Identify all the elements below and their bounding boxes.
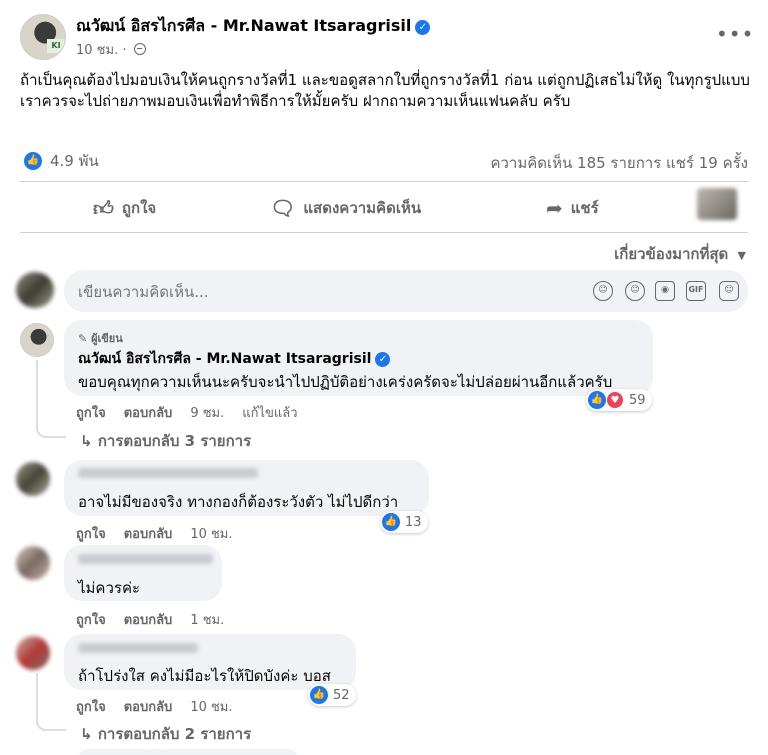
comment-bubble-icon: 🗨︎ (270, 196, 296, 220)
comment-timestamp[interactable]: 1 ชม. (190, 609, 224, 630)
comment-like-link[interactable]: ถูกใจ (76, 696, 106, 717)
current-user-avatar (16, 272, 54, 308)
caret-down-icon: ▼ (737, 249, 746, 262)
share-button[interactable]: ➦ แชร์ (546, 194, 599, 222)
comment-reactions[interactable]: 👍 13 (380, 511, 428, 533)
like-reaction-icon: 👍 (588, 391, 606, 409)
comment-reply-link[interactable]: ตอบกลับ (124, 609, 173, 630)
comment-reply-link[interactable]: ตอบกลับ (124, 696, 173, 717)
comment-avatar[interactable] (16, 462, 50, 496)
comment-timestamp[interactable]: 10 ชม. (190, 523, 232, 544)
view-replies-link[interactable]: ↳ การตอบกลับ 2 รายการ (80, 722, 251, 746)
comment-bubble-partial (78, 749, 298, 755)
comment-avatar[interactable] (16, 546, 50, 580)
thread-connector (36, 360, 66, 438)
divider (20, 181, 748, 182)
comment-input[interactable] (78, 283, 558, 301)
author-badge: ✎ ผู้เขียน (78, 329, 123, 347)
globe-icon (133, 43, 146, 55)
comment-text: ไม่ควรค่ะ (78, 579, 141, 597)
post-author-name-text[interactable]: ณวัฒน์ อิสรไกรศีล - Mr.Nawat Itsaragrisi… (76, 16, 411, 35)
post-stats: ความคิดเห็น 185 รายการ แชร์ 19 ครั้ง (490, 151, 748, 175)
comment-timestamp[interactable]: 9 ชม. (190, 402, 224, 423)
emoji-icon[interactable]: ☺ (625, 281, 645, 301)
comment-text: อาจไม่มีของจริง ทางกองก็ต้องระวังตัว ไม่… (78, 493, 399, 511)
meta-separator: · (122, 43, 127, 58)
share-as-avatar[interactable] (697, 188, 737, 220)
post-body-text: ถ้าเป็นคุณต้องไปมอบเงินให้คนถูกรางวัลที่… (20, 71, 750, 110)
gif-icon[interactable]: GIF (686, 281, 706, 301)
sticker-icon[interactable]: ☺ (719, 281, 739, 301)
reply-arrow-icon: ↳ (80, 432, 93, 450)
comment-button[interactable]: 🗨︎ แสดงความคิดเห็น (270, 194, 421, 222)
post-reaction-summary[interactable]: 👍 4.9 พัน (24, 149, 99, 173)
comment-text: ถ้าโปร่งใส คงไม่มีอะไรให้ปิดบังค่ะ บอส (78, 667, 331, 685)
comments-count-link[interactable]: ความคิดเห็น 185 รายการ (490, 154, 661, 172)
post-author-name[interactable]: ณวัฒน์ อิสรไกรศีล - Mr.Nawat Itsaragrisi… (76, 14, 431, 39)
avatar-logo-tag: KI (47, 39, 65, 53)
comment-sort-dropdown[interactable]: เกี่ยวข้องมากที่สุด ▼ (614, 242, 746, 266)
comment-reaction-count: 52 (333, 687, 350, 703)
like-reaction-icon: 👍 (24, 152, 42, 170)
comment-reply-link[interactable]: ตอบกลับ (124, 402, 173, 423)
comment-actions: ถูกใจ ตอบกลับ 10 ชม. (76, 696, 233, 717)
comment-author-name-redacted[interactable] (78, 643, 198, 653)
comment-text: ขอบคุณทุกความเห็นนะครับจะนำไปปฏิบัติอย่า… (78, 373, 613, 391)
comment-like-link[interactable]: ถูกใจ (76, 523, 106, 544)
view-replies-label: การตอบกลับ 2 รายการ (97, 725, 252, 743)
sort-label: เกี่ยวข้องมากที่สุด (614, 245, 729, 263)
verified-badge-icon: ✓ (375, 352, 391, 367)
avatar-sticker-icon[interactable]: ☺ (593, 281, 613, 301)
comment-avatar[interactable] (16, 636, 50, 670)
thumbs-up-icon: 👍︎ (93, 195, 114, 220)
verified-badge-icon: ✓ (415, 20, 431, 35)
post-author-avatar[interactable]: KI (20, 14, 66, 60)
comment-button-label: แสดงความคิดเห็น (303, 199, 422, 217)
view-replies-label: การตอบกลับ 3 รายการ (97, 432, 252, 450)
comment-reactions[interactable]: 👍 ♥ 59 (586, 389, 652, 411)
like-button-label: ถูกใจ (121, 199, 157, 217)
divider (20, 232, 748, 233)
comment-author-name-text[interactable]: ณวัฒน์ อิสรไกรศีล - Mr.Nawat Itsaragrisi… (78, 351, 371, 367)
post-meta: 10 ชม. · (76, 39, 146, 60)
thread-connector (36, 673, 66, 731)
comment-reactions[interactable]: 👍 52 (308, 684, 356, 706)
view-replies-link[interactable]: ↳ การตอบกลับ 3 รายการ (80, 429, 251, 453)
comment-reaction-count: 59 (629, 392, 646, 408)
author-badge-label: ผู้เขียน (91, 332, 123, 345)
comment-timestamp[interactable]: 10 ชม. (190, 696, 232, 717)
love-reaction-icon: ♥ (606, 391, 624, 409)
like-button[interactable]: 👍︎ ถูกใจ (93, 194, 156, 222)
comment-author-name[interactable]: ณวัฒน์ อิสรไกรศีล - Mr.Nawat Itsaragrisi… (78, 348, 391, 370)
share-button-label: แชร์ (570, 199, 599, 217)
post-timestamp[interactable]: 10 ชม. (76, 43, 118, 58)
more-options-icon[interactable]: ••• (716, 22, 754, 46)
share-arrow-icon: ➦ (546, 196, 563, 220)
comment-author-name-redacted[interactable] (78, 554, 213, 564)
comment-author-name-redacted[interactable] (78, 468, 258, 478)
like-reaction-icon: 👍 (382, 513, 400, 531)
comment-like-link[interactable]: ถูกใจ (76, 402, 106, 423)
shares-count-link[interactable]: แชร์ 19 ครั้ง (666, 154, 748, 172)
post-reaction-count: 4.9 พัน (50, 152, 99, 170)
comment-actions: ถูกใจ ตอบกลับ 1 ชม. (76, 609, 224, 630)
pencil-icon: ✎ (78, 332, 88, 345)
comment-avatar[interactable] (20, 323, 54, 357)
camera-icon[interactable]: ◉ (655, 281, 675, 301)
comment-actions: ถูกใจ ตอบกลับ 9 ชม. แก้ไขแล้ว (76, 402, 298, 423)
comment-reply-link[interactable]: ตอบกลับ (124, 523, 173, 544)
comment-actions: ถูกใจ ตอบกลับ 10 ชม. (76, 523, 233, 544)
reply-arrow-icon: ↳ (80, 725, 93, 743)
like-reaction-icon: 👍 (310, 686, 328, 704)
edited-label: แก้ไขแล้ว (242, 406, 298, 421)
comment-like-link[interactable]: ถูกใจ (76, 609, 106, 630)
comment-reaction-count: 13 (405, 514, 422, 530)
